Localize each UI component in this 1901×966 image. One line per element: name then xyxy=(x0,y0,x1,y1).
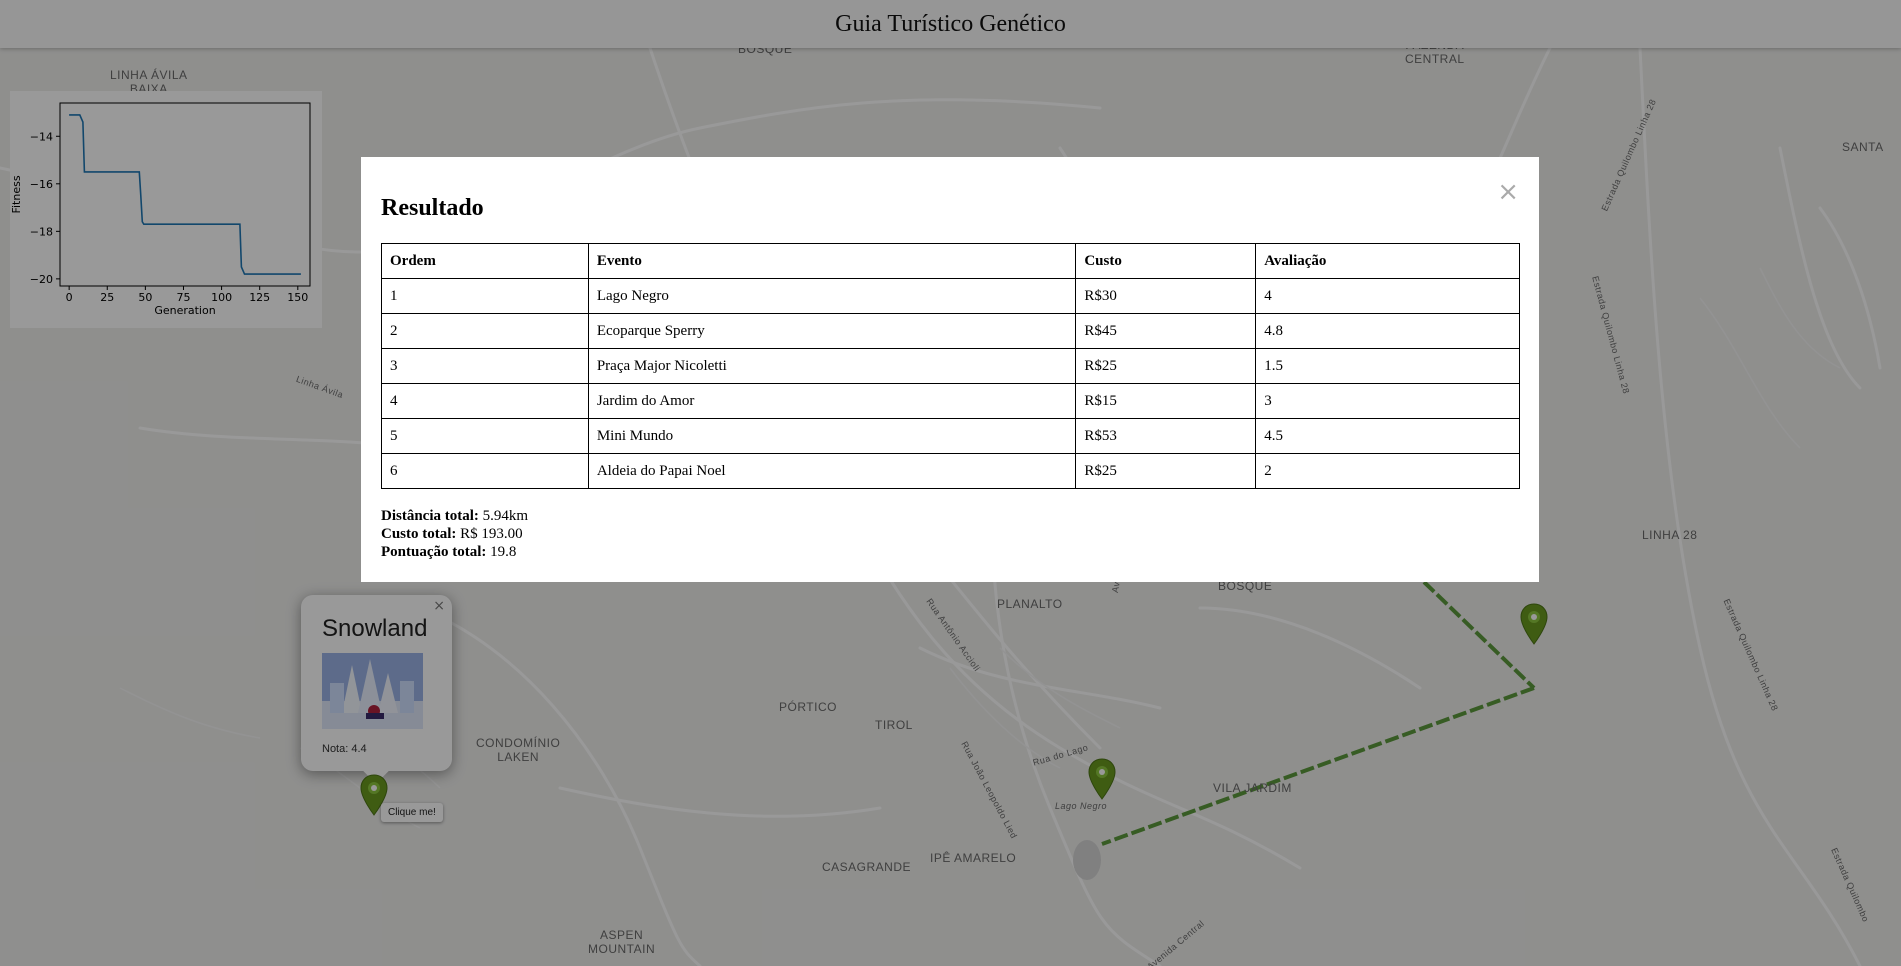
total-cost: Custo total: R$ 193.00 xyxy=(381,525,528,543)
table-row: 4 Jardim do Amor R$15 3 xyxy=(381,383,1520,419)
total-cost-value: R$ 193.00 xyxy=(460,526,523,542)
cell-custo: R$53 xyxy=(1075,418,1257,454)
column-header-avaliacao: Avaliação xyxy=(1255,243,1520,279)
modal-close-button[interactable]: × xyxy=(1497,179,1519,205)
result-table: Ordem Evento Custo Avaliação 1 Lago Negr… xyxy=(381,243,1520,489)
cell-evento: Praça Major Nicoletti xyxy=(587,348,1077,384)
total-distance: Distância total: 5.94km xyxy=(381,507,528,525)
cell-avaliacao: 4.8 xyxy=(1255,313,1520,349)
total-score-value: 19.8 xyxy=(490,544,517,560)
cell-ordem: 1 xyxy=(381,278,589,314)
cell-evento: Aldeia do Papai Noel xyxy=(587,453,1077,489)
cell-evento: Jardim do Amor xyxy=(587,383,1077,419)
result-modal: × Resultado Ordem Evento Custo Avaliação… xyxy=(361,157,1539,582)
table-row: 5 Mini Mundo R$53 4.5 xyxy=(381,418,1520,454)
cell-evento: Mini Mundo xyxy=(587,418,1077,454)
total-distance-value: 5.94km xyxy=(482,508,529,524)
table-row: 2 Ecoparque Sperry R$45 4.8 xyxy=(381,313,1520,349)
cell-ordem: 6 xyxy=(381,453,589,489)
cell-custo: R$45 xyxy=(1075,313,1257,349)
total-distance-label: Distância total: xyxy=(381,508,479,524)
cell-ordem: 3 xyxy=(381,348,589,384)
cell-evento: Ecoparque Sperry xyxy=(587,313,1077,349)
column-header-custo: Custo xyxy=(1075,243,1257,279)
cell-avaliacao: 2 xyxy=(1255,453,1520,489)
cell-ordem: 2 xyxy=(381,313,589,349)
cell-avaliacao: 3 xyxy=(1255,383,1520,419)
cell-custo: R$25 xyxy=(1075,348,1257,384)
column-header-evento: Evento xyxy=(587,243,1077,279)
table-row: 6 Aldeia do Papai Noel R$25 2 xyxy=(381,453,1520,489)
cell-custo: R$15 xyxy=(1075,383,1257,419)
table-header-row: Ordem Evento Custo Avaliação xyxy=(381,243,1520,279)
cell-ordem: 5 xyxy=(381,418,589,454)
table-row: 3 Praça Major Nicoletti R$25 1.5 xyxy=(381,348,1520,384)
cell-evento: Lago Negro xyxy=(587,278,1077,314)
column-header-ordem: Ordem xyxy=(381,243,589,279)
total-score-label: Pontuação total: xyxy=(381,544,487,560)
modal-title: Resultado xyxy=(381,195,484,221)
cell-custo: R$30 xyxy=(1075,278,1257,314)
cell-avaliacao: 4 xyxy=(1255,278,1520,314)
cell-ordem: 4 xyxy=(381,383,589,419)
cell-custo: R$25 xyxy=(1075,453,1257,489)
table-row: 1 Lago Negro R$30 4 xyxy=(381,278,1520,314)
total-cost-label: Custo total: xyxy=(381,526,457,542)
cell-avaliacao: 4.5 xyxy=(1255,418,1520,454)
cell-avaliacao: 1.5 xyxy=(1255,348,1520,384)
total-score: Pontuação total: 19.8 xyxy=(381,543,528,561)
totals-summary: Distância total: 5.94km Custo total: R$ … xyxy=(381,507,528,561)
